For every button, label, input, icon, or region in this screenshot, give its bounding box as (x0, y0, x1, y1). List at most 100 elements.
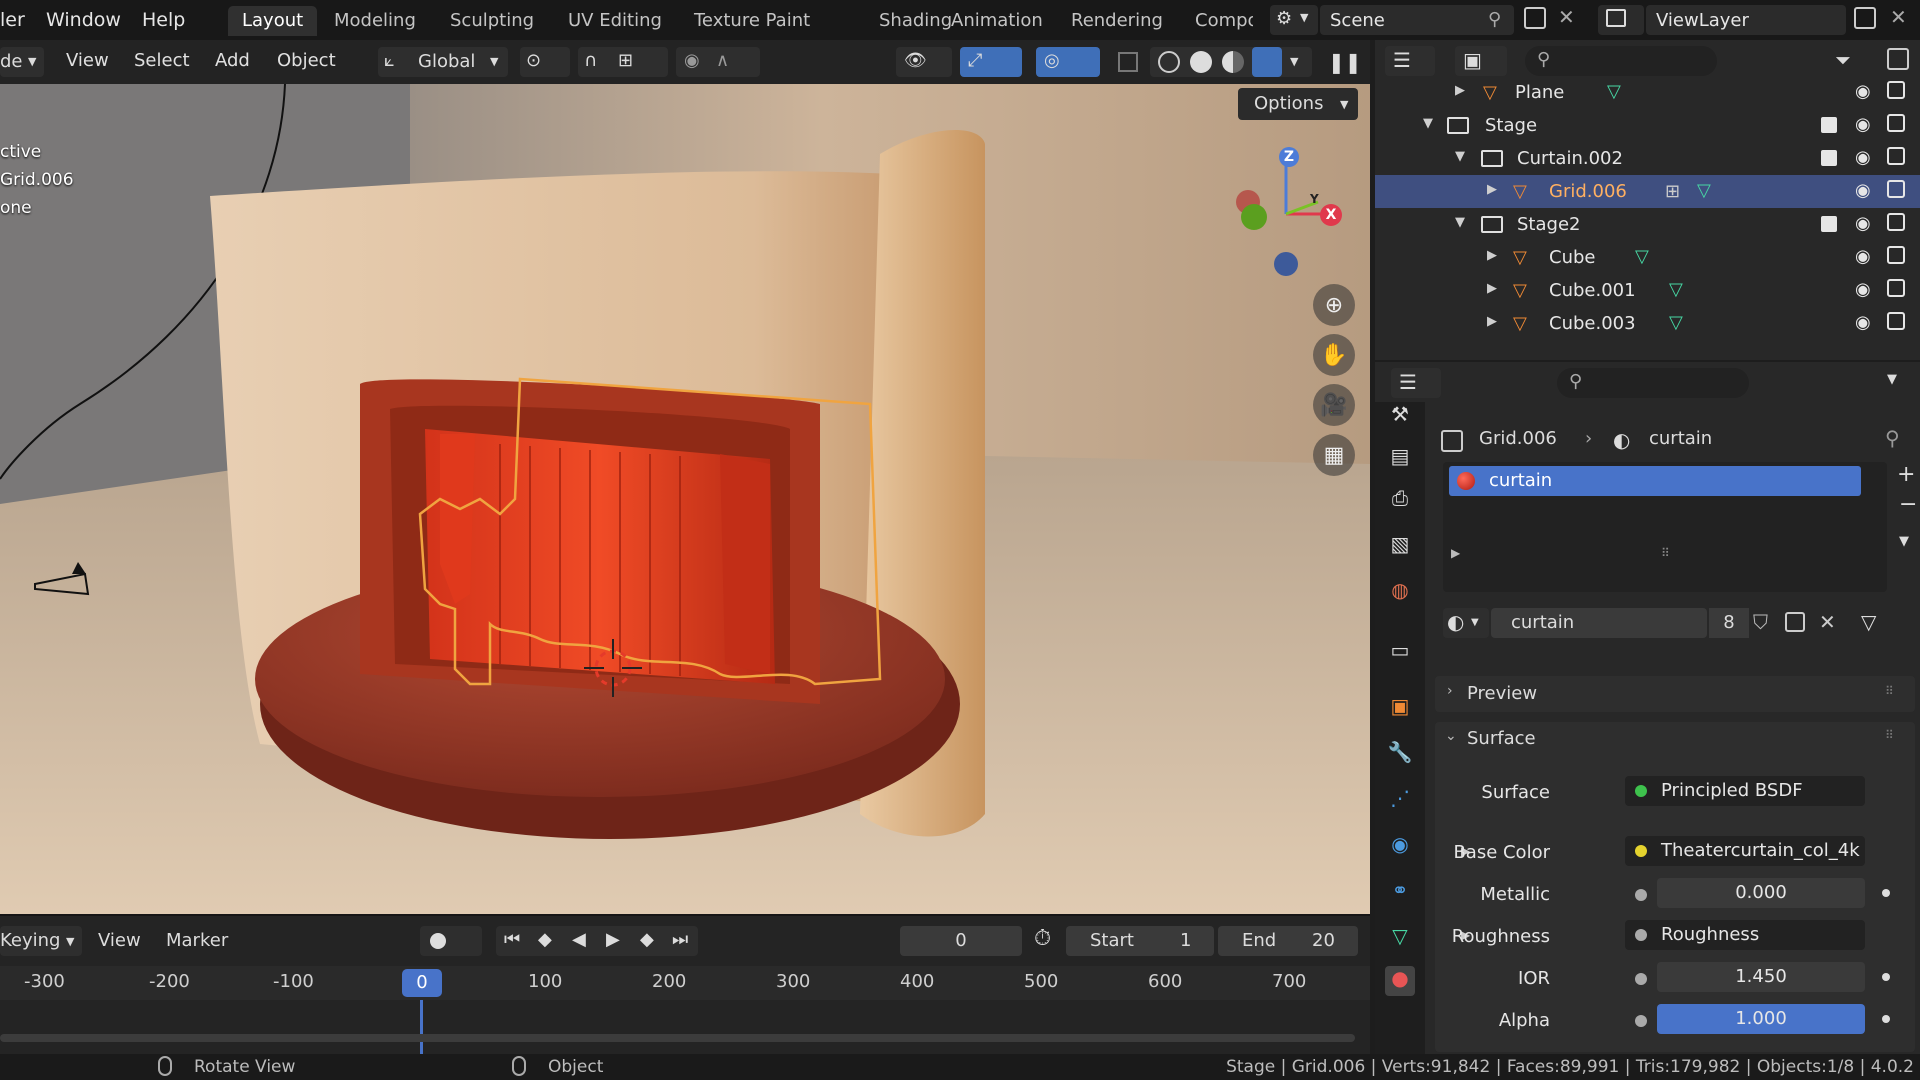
solid-shading-icon[interactable] (1190, 51, 1212, 73)
jump-end-icon[interactable]: ⏭ (672, 929, 688, 950)
new-view-layer-icon[interactable] (1854, 7, 1876, 29)
snapping-toggle[interactable]: ∩ ⊞ (578, 47, 668, 77)
tab-rendering[interactable]: Rendering (1057, 6, 1177, 36)
jump-start-icon[interactable]: ⏮ (504, 929, 520, 950)
menu-add[interactable]: Add (215, 50, 250, 71)
remove-slot-icon[interactable]: − (1899, 492, 1917, 517)
metallic-slider[interactable]: 0.000 (1657, 878, 1865, 908)
scene-selector-button[interactable]: ⚙ ▼ (1270, 5, 1318, 35)
browse-material-button[interactable]: ◐ ▼ (1443, 608, 1489, 638)
duplicate-material-icon[interactable] (1785, 612, 1805, 632)
pin-icon[interactable]: ⚲ (1488, 9, 1501, 30)
outliner-row-curtain-002[interactable]: ▼ Curtain.002 ◉ (1375, 142, 1920, 175)
menu-help[interactable]: Help (142, 9, 185, 31)
eye-icon[interactable]: ◉ (1855, 81, 1871, 102)
pause-render-icon[interactable]: ❚❚ (1328, 50, 1362, 74)
outliner-row-grid-006[interactable]: ▶ ▽ Grid.006 ⊞ ▽ ◉ (1375, 175, 1920, 208)
preview-panel-header[interactable]: › Preview ⠿ (1435, 676, 1915, 712)
tab-modeling[interactable]: Modeling (320, 6, 430, 36)
camera-render-icon[interactable] (1887, 81, 1905, 99)
roughness-field[interactable]: Roughness (1625, 920, 1865, 950)
modifier-tab-icon[interactable]: 🔧 (1385, 740, 1415, 770)
tool-tab-icon[interactable]: ⚒ (1385, 402, 1415, 432)
unlink-material-icon[interactable]: ✕ (1819, 610, 1836, 634)
render-tab-icon[interactable]: ▤ (1385, 444, 1415, 474)
scene-name-field[interactable]: Scene ⚲ (1320, 5, 1514, 35)
keyframe-dot-icon[interactable] (1882, 1015, 1890, 1023)
eye-icon[interactable]: ◉ (1855, 279, 1871, 300)
zoom-button[interactable]: ⊕ (1313, 284, 1355, 326)
outliner-row-stage2[interactable]: ▼ Stage2 ◉ (1375, 208, 1920, 241)
chevron-down-icon[interactable]: ▼ (1887, 372, 1897, 387)
wireframe-shading-icon[interactable] (1158, 51, 1180, 73)
ior-slider[interactable]: 1.450 (1657, 962, 1865, 992)
close-icon[interactable]: ✕ (1890, 5, 1907, 29)
timeline-menu-view[interactable]: View (98, 930, 141, 951)
outliner-row-stage[interactable]: ▼ Stage ◉ (1375, 109, 1920, 142)
visibility-dropdown[interactable]: 👁 (896, 47, 952, 77)
editor-type-button[interactable]: ☰ (1385, 46, 1435, 76)
menu-window[interactable]: Window (46, 9, 121, 31)
eye-icon[interactable]: ◉ (1855, 246, 1871, 267)
material-name-field[interactable]: curtain (1491, 608, 1707, 638)
chevron-down-icon[interactable]: ▼ (1290, 55, 1298, 68)
mode-selector[interactable]: de ▼ (0, 47, 44, 77)
chevron-down-icon[interactable]: ▼ (1899, 534, 1909, 549)
tab-compositing[interactable]: Compo (1181, 6, 1253, 36)
camera-render-icon[interactable] (1887, 213, 1905, 231)
eye-icon[interactable]: ◉ (1855, 213, 1871, 234)
menu-file[interactable]: ler (0, 9, 25, 31)
timeline-menu-marker[interactable]: Marker (166, 930, 228, 951)
expand-icon[interactable]: ▶ (1487, 182, 1497, 197)
expand-icon[interactable]: ▶ (1487, 314, 1497, 329)
tab-animation[interactable]: Animation (937, 6, 1057, 36)
object-tab-icon[interactable]: ▣ (1385, 694, 1415, 724)
expand-icon[interactable]: ▶ (1487, 248, 1497, 263)
pin-icon[interactable]: ⚲ (1885, 426, 1900, 450)
outliner-search-input[interactable]: ⚲ (1525, 46, 1717, 76)
editor-type-button[interactable]: ☰ (1391, 368, 1441, 398)
keying-dropdown[interactable]: Keying ▼ (0, 926, 82, 956)
display-mode-button[interactable]: ▣ (1455, 46, 1507, 76)
expand-icon[interactable]: ▶ (1455, 83, 1465, 98)
material-slot-row[interactable]: curtain (1449, 466, 1861, 496)
menu-object[interactable]: Object (277, 50, 336, 71)
view-layer-name-field[interactable]: ViewLayer (1646, 5, 1846, 35)
camera-view-button[interactable]: 🎥 (1313, 384, 1355, 426)
tab-sculpting[interactable]: Sculpting (436, 6, 548, 36)
stopwatch-icon[interactable]: ⏱ (1034, 926, 1051, 951)
tab-texture-paint[interactable]: Texture Paint (680, 6, 824, 36)
next-keyframe-icon[interactable]: ◆ (640, 929, 654, 950)
world-tab-icon[interactable]: ◍ (1385, 578, 1415, 608)
close-icon[interactable]: ✕ (1558, 5, 1575, 29)
tab-layout[interactable]: Layout (228, 6, 318, 36)
resize-handle-icon[interactable]: ⠿ (1661, 546, 1670, 560)
camera-render-icon[interactable] (1887, 246, 1905, 264)
current-frame-field[interactable]: 0 (900, 926, 1022, 956)
camera-render-icon[interactable] (1887, 180, 1905, 198)
gizmo-x-axis[interactable]: X (1320, 204, 1342, 226)
playhead-frame[interactable]: 0 (402, 969, 442, 997)
eye-icon[interactable]: ◉ (1855, 147, 1871, 168)
outliner-row-cube-001[interactable]: ▶ ▽ Cube.001 ▽ ◉ (1375, 274, 1920, 307)
timeline-scrollbar[interactable] (0, 1034, 1355, 1042)
drag-handle-icon[interactable]: ⠿ (1885, 728, 1894, 742)
gizmo-z-axis[interactable]: Z (1279, 147, 1299, 167)
camera-render-icon[interactable] (1887, 114, 1905, 132)
drag-handle-icon[interactable]: ⠿ (1885, 684, 1894, 698)
menu-view[interactable]: View (66, 50, 109, 71)
pan-button[interactable]: ✋ (1313, 334, 1355, 376)
play-reverse-icon[interactable]: ◀ (572, 929, 586, 950)
add-slot-icon[interactable]: + (1897, 462, 1915, 487)
perspective-toggle-button[interactable]: ▦ (1313, 434, 1355, 476)
alpha-slider[interactable]: 1.000 (1657, 1004, 1865, 1034)
3d-viewport[interactable]: ctive Grid.006 one Options ▼ Z X Y ⊕ ✋ 🎥… (0, 84, 1370, 914)
end-frame-field[interactable]: End 20 (1218, 926, 1358, 956)
gizmo-y-axis[interactable]: Y (1310, 192, 1319, 206)
keyframe-dot-icon[interactable] (1882, 973, 1890, 981)
output-tab-icon[interactable]: ⎙ (1385, 486, 1415, 516)
chevron-down-icon[interactable]: ⌄ (1445, 728, 1457, 744)
collection-tab-icon[interactable]: ▭ (1385, 638, 1415, 668)
collapse-icon[interactable]: ▼ (1455, 215, 1465, 230)
gizmo-toggle[interactable]: ⤢ (960, 47, 1022, 77)
